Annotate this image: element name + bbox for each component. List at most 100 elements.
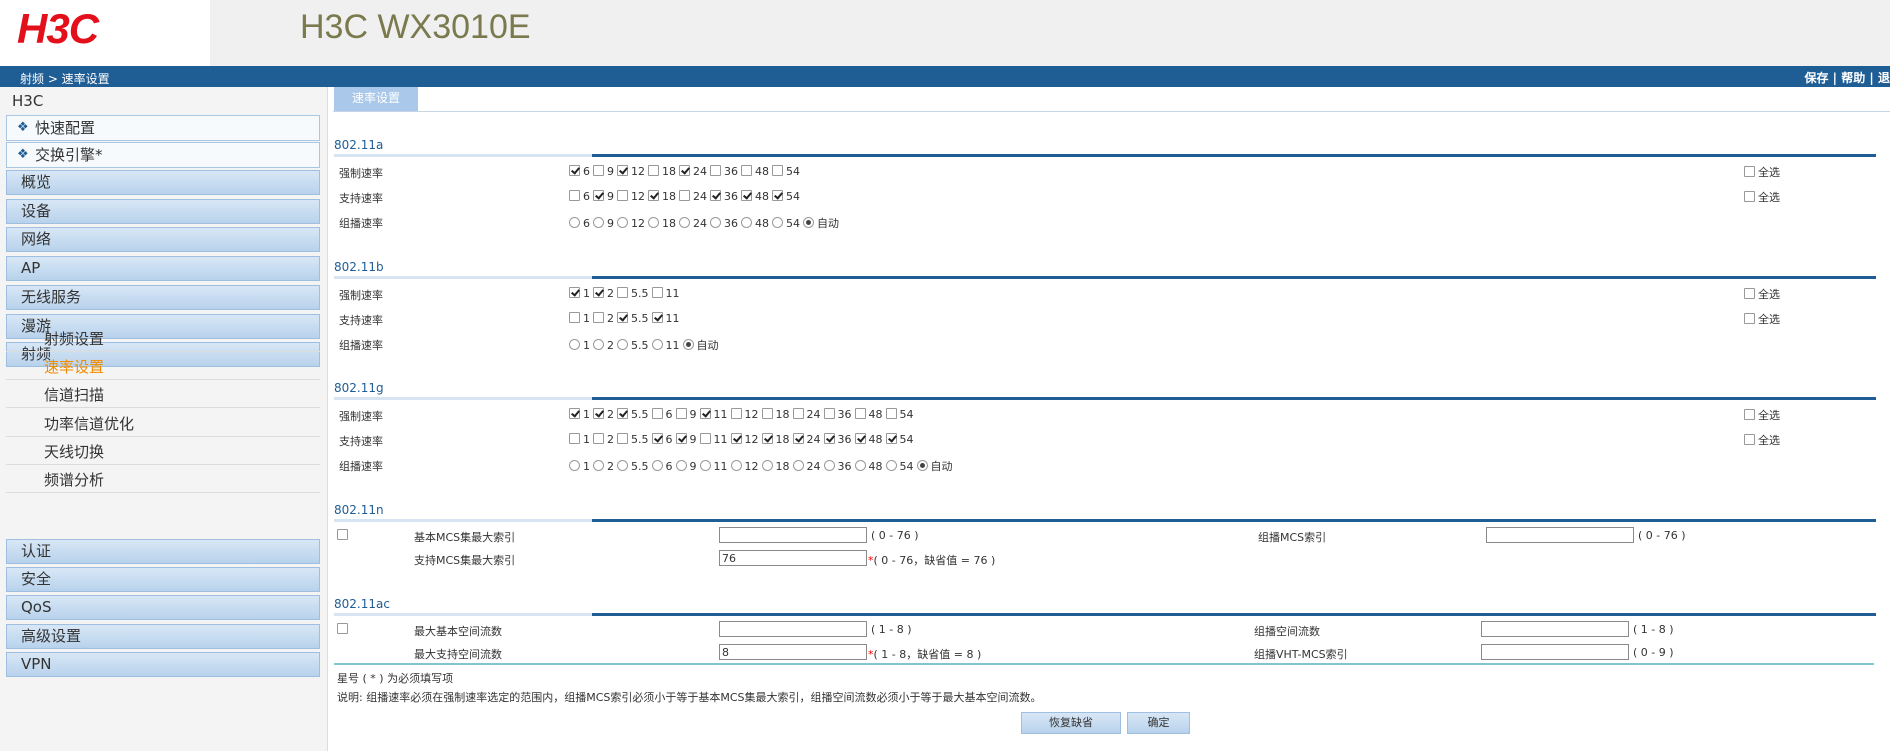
radio-button[interactable] <box>699 460 711 471</box>
rate-option[interactable]: 54 <box>772 190 800 203</box>
rate-option[interactable]: 9 <box>593 217 614 230</box>
sidebar-menu-item[interactable]: 无线服务 <box>6 284 320 310</box>
select-all-checkbox[interactable] <box>1744 409 1755 420</box>
checkbox[interactable] <box>617 287 628 298</box>
rate-option[interactable]: 9 <box>593 165 614 178</box>
rate-option[interactable]: 48 <box>741 190 769 203</box>
rate-option[interactable]: 9 <box>675 433 697 446</box>
radio-button[interactable] <box>593 460 604 471</box>
checkbox[interactable] <box>648 190 659 201</box>
radio-button[interactable] <box>617 217 628 228</box>
rate-option[interactable]: 1 <box>569 287 590 300</box>
sidebar-subitem[interactable]: 射频设置 <box>6 326 320 352</box>
select-all[interactable]: 全选 <box>1744 432 1780 448</box>
rate-option[interactable]: 1 <box>569 408 590 421</box>
enable-checkbox[interactable] <box>337 529 348 540</box>
logout-link[interactable]: 退 <box>1878 71 1890 85</box>
rate-option[interactable]: 36 <box>823 460 852 473</box>
rate-option-auto[interactable]: 自动 <box>803 215 839 231</box>
select-all-checkbox[interactable] <box>1744 313 1755 324</box>
checkbox[interactable] <box>730 433 742 444</box>
max-support-streams-input[interactable] <box>719 644 867 660</box>
select-all[interactable]: 全选 <box>1744 407 1780 423</box>
rate-option[interactable]: 1 <box>569 312 590 325</box>
radio-button[interactable] <box>854 460 866 471</box>
tab-rate-settings[interactable]: 速率设置 <box>334 87 418 111</box>
radio-button[interactable] <box>682 339 694 350</box>
radio-button[interactable] <box>569 217 580 228</box>
checkbox[interactable] <box>593 190 604 201</box>
checkbox[interactable] <box>761 408 773 419</box>
select-all-checkbox[interactable] <box>1744 191 1755 202</box>
rate-option[interactable]: 12 <box>617 165 645 178</box>
rate-option-auto[interactable]: 自动 <box>682 337 719 353</box>
rate-option[interactable]: 48 <box>854 460 883 473</box>
select-all[interactable]: 全选 <box>1744 164 1780 180</box>
sidebar-root[interactable]: H3C <box>12 92 43 110</box>
rate-option[interactable]: 5.5 <box>617 287 649 300</box>
rate-option[interactable]: 12 <box>730 460 759 473</box>
checkbox[interactable] <box>699 433 711 444</box>
ok-button[interactable]: 确定 <box>1127 712 1190 734</box>
rate-option[interactable]: 9 <box>675 408 697 421</box>
radio-button[interactable] <box>679 217 690 228</box>
checkbox[interactable] <box>699 408 711 419</box>
multicast-mcs-index-input[interactable] <box>1486 527 1634 543</box>
select-all[interactable]: 全选 <box>1744 286 1780 302</box>
rate-option[interactable]: 11 <box>699 433 728 446</box>
checkbox[interactable] <box>823 408 835 419</box>
checkbox[interactable] <box>617 312 628 323</box>
rate-option[interactable]: 6 <box>569 190 590 203</box>
checkbox[interactable] <box>651 408 663 419</box>
sidebar-menu-item[interactable]: 认证 <box>6 539 320 564</box>
sidebar-menu-item[interactable]: 概览 <box>6 170 320 195</box>
radio-button[interactable] <box>593 339 604 350</box>
rate-option[interactable]: 9 <box>593 190 614 203</box>
radio-button[interactable] <box>730 460 742 471</box>
checkbox[interactable] <box>675 433 687 444</box>
radio-button[interactable] <box>675 460 687 471</box>
rate-option[interactable]: 5.5 <box>617 408 649 421</box>
sidebar-subitem[interactable]: 功率信道优化 <box>6 411 320 437</box>
checkbox[interactable] <box>741 190 752 201</box>
select-all[interactable]: 全选 <box>1744 189 1780 205</box>
checkbox[interactable] <box>569 433 580 444</box>
rate-option[interactable]: 18 <box>761 460 790 473</box>
rate-option[interactable]: 18 <box>648 217 676 230</box>
checkbox[interactable] <box>593 408 604 419</box>
restore-default-button[interactable]: 恢复缺省 <box>1021 712 1121 734</box>
rate-option[interactable]: 48 <box>741 217 769 230</box>
checkbox[interactable] <box>617 190 628 201</box>
multicast-streams-input[interactable] <box>1481 621 1629 637</box>
select-all-checkbox[interactable] <box>1744 288 1755 299</box>
checkbox[interactable] <box>651 287 663 298</box>
sidebar-menu-item[interactable]: 网络 <box>6 227 320 253</box>
checkbox[interactable] <box>593 433 604 444</box>
checkbox[interactable] <box>741 165 752 176</box>
rate-option[interactable]: 12 <box>617 190 645 203</box>
checkbox[interactable] <box>854 433 866 444</box>
radio-button[interactable] <box>823 460 835 471</box>
checkbox[interactable] <box>569 312 580 323</box>
rate-option[interactable]: 24 <box>792 460 821 473</box>
rate-option[interactable]: 24 <box>679 217 707 230</box>
checkbox[interactable] <box>710 190 721 201</box>
sidebar-subitem[interactable]: 信道扫描 <box>6 382 320 409</box>
rate-option[interactable]: 5.5 <box>617 312 649 325</box>
checkbox[interactable] <box>569 190 580 201</box>
rate-option[interactable]: 11 <box>651 312 680 325</box>
rate-option[interactable]: 48 <box>854 433 883 446</box>
rate-option[interactable]: 36 <box>710 217 738 230</box>
radio-button[interactable] <box>617 460 628 471</box>
rate-option[interactable]: 2 <box>593 433 614 446</box>
basic-mcs-max-index-input[interactable] <box>719 527 867 543</box>
rate-option[interactable]: 24 <box>792 408 821 421</box>
rate-option[interactable]: 1 <box>569 339 590 352</box>
rate-option-auto[interactable]: 自动 <box>916 458 953 474</box>
max-basic-streams-input[interactable] <box>719 621 867 637</box>
rate-option[interactable]: 11 <box>651 339 680 352</box>
checkbox[interactable] <box>772 165 783 176</box>
radio-button[interactable] <box>741 217 752 228</box>
rate-option[interactable]: 54 <box>772 165 800 178</box>
multicast-vht-mcs-input[interactable] <box>1481 644 1629 660</box>
